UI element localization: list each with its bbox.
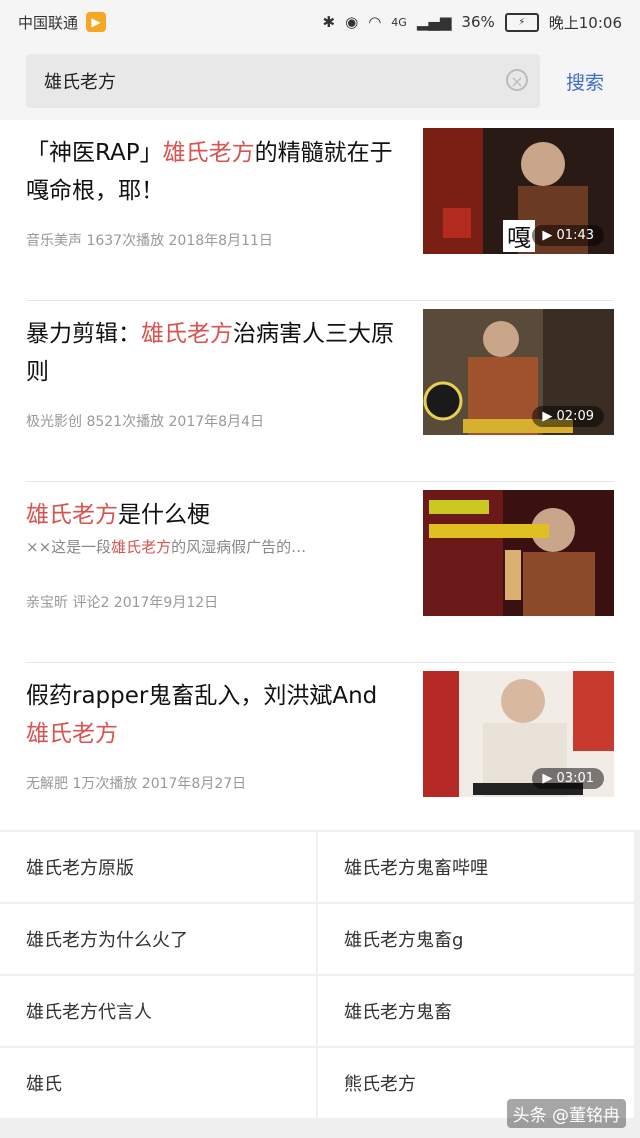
- result-item[interactable]: 「神医RAP」雄氏老方的精髓就在于嘎命根，耶！ 音乐美声 1637次播放 201…: [26, 120, 614, 301]
- network-label: 4G: [391, 15, 407, 29]
- signal-icon: ▂▄▆: [416, 13, 452, 31]
- search-input[interactable]: 雄氏老方: [44, 68, 116, 94]
- video-thumbnail[interactable]: [423, 490, 614, 616]
- result-meta: 无解肥 1万次播放 2017年8月27日: [26, 776, 247, 792]
- result-item[interactable]: 雄氏老方是什么梗 ××这是一段雄氏老方的风湿病假广告的… 亲宝昕 评论2 201…: [26, 482, 614, 663]
- result-meta: 亲宝昕 评论2 2017年9月12日: [26, 595, 219, 611]
- svg-text:嘎: 嘎: [507, 224, 531, 252]
- wifi-icon: ◠: [368, 13, 382, 31]
- status-bar: 中国联通 ▶ ✱ ◉ ◠ 4G ▂▄▆ 36% ⚡ 晚上10:06: [0, 0, 640, 44]
- result-meta: 极光影创 8521次播放 2017年8月4日: [26, 414, 264, 430]
- result-title: 暴力剪辑：雄氏老方治病害人三大原则: [26, 321, 394, 385]
- result-snippet: ××这是一段雄氏老方的风湿病假广告的…: [26, 538, 307, 556]
- battery-label: 36%: [461, 13, 495, 31]
- watermark: 头条 @董铭冉: [506, 1099, 626, 1128]
- result-meta: 音乐美声 1637次播放 2018年8月11日: [26, 233, 273, 249]
- eye-icon: ◉: [345, 13, 359, 31]
- video-duration: ▶ 02:09: [532, 406, 604, 427]
- video-thumbnail[interactable]: ▶ 03:01: [423, 671, 614, 797]
- carrier-label: 中国联通: [18, 13, 79, 32]
- suggestion-item[interactable]: 雄氏老方代言人: [0, 976, 316, 1046]
- video-thumbnail[interactable]: 嘎 ▶ 01:43: [423, 128, 614, 254]
- result-title: 雄氏老方是什么梗: [26, 502, 210, 528]
- suggestion-item[interactable]: 雄氏老方鬼畜g: [318, 904, 634, 974]
- result-title: 假药rapper鬼畜乱入，刘洪斌And雄氏老方: [26, 683, 378, 747]
- search-box[interactable]: 雄氏老方 ×: [26, 54, 540, 108]
- search-area: 雄氏老方 × 搜索: [0, 44, 640, 120]
- video-app-icon: ▶: [86, 12, 107, 32]
- results-list: 「神医RAP」雄氏老方的精髓就在于嘎命根，耶！ 音乐美声 1637次播放 201…: [0, 120, 640, 844]
- suggestion-item[interactable]: 雄氏老方鬼畜: [318, 976, 634, 1046]
- video-duration: ▶ 03:01: [532, 768, 604, 789]
- suggestion-item[interactable]: 雄氏老方为什么火了: [0, 904, 316, 974]
- suggestion-item[interactable]: 雄氏老方原版: [0, 832, 316, 902]
- bluetooth-icon: ✱: [322, 13, 336, 31]
- video-duration: ▶ 01:43: [532, 225, 604, 246]
- suggestion-item[interactable]: 雄氏: [0, 1048, 316, 1118]
- time-label: 晚上10:06: [548, 13, 622, 32]
- result-item[interactable]: 假药rapper鬼畜乱入，刘洪斌And雄氏老方 无解肥 1万次播放 2017年8…: [26, 663, 614, 844]
- related-searches: 雄氏老方原版 雄氏老方鬼畜哔哩 雄氏老方为什么火了 雄氏老方鬼畜g 雄氏老方代言…: [0, 830, 640, 1138]
- clear-icon[interactable]: ×: [506, 69, 528, 91]
- video-thumbnail[interactable]: ▶ 02:09: [423, 309, 614, 435]
- result-title: 「神医RAP」雄氏老方的精髓就在于嘎命根，耶！: [26, 140, 393, 204]
- result-item[interactable]: 暴力剪辑：雄氏老方治病害人三大原则 极光影创 8521次播放 2017年8月4日…: [26, 301, 614, 482]
- search-button[interactable]: 搜索: [566, 68, 604, 95]
- suggestion-item[interactable]: 雄氏老方鬼畜哔哩: [318, 832, 634, 902]
- battery-icon: ⚡: [504, 12, 539, 32]
